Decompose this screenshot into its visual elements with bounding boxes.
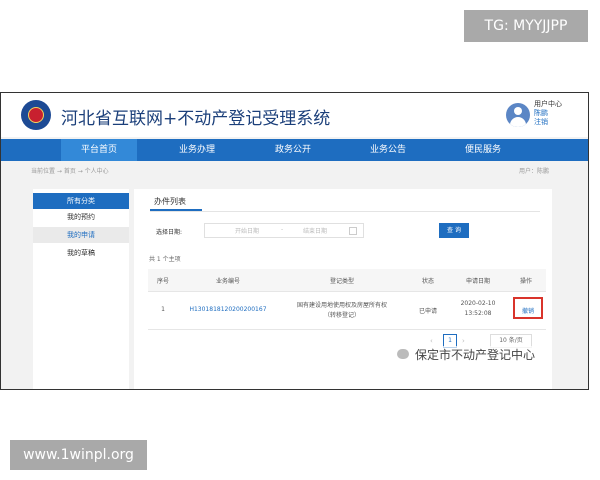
revoke-button[interactable]: 撤销: [515, 306, 541, 315]
user-avatar-icon[interactable]: [506, 103, 530, 127]
row-date: 2020-02-10: [460, 300, 496, 307]
row-time: 13:52:08: [464, 310, 492, 317]
nav-item-gov-affairs[interactable]: 政务公开: [255, 139, 331, 161]
row-index: 1: [161, 306, 165, 313]
nav-item-home[interactable]: 平台首页: [61, 139, 137, 161]
revoke-highlight: 撤销: [513, 297, 543, 319]
col-status: 状态: [421, 278, 434, 285]
user-name-link[interactable]: 陈鹏: [534, 109, 562, 118]
sidebar-item-reservations[interactable]: 我的预约: [33, 209, 129, 225]
logout-link[interactable]: 注销: [534, 118, 562, 127]
date-separator: -: [281, 226, 284, 233]
row-business-no-link[interactable]: H1301818120200200167: [178, 306, 278, 313]
col-business-no: 业务编号: [215, 278, 240, 285]
row-type-line1: 国有建设用地使用权及房屋所有权: [296, 302, 387, 309]
sidebar: 所有分类 我的预约 我的申请 我的草稿: [33, 189, 129, 389]
date-filter-label: 选择日期:: [156, 229, 183, 236]
nav-item-services[interactable]: 便民服务: [445, 139, 521, 161]
wechat-icon: [397, 349, 409, 359]
site-badge: www.1winpl.org: [10, 440, 147, 470]
system-title: 河北省互联网+不动产登记受理系统: [61, 109, 331, 129]
tg-badge: TG: MYYJJPP: [464, 10, 588, 42]
watermark-text: 保定市不动产登记中心: [413, 346, 538, 363]
date-start-placeholder: 开始日期: [235, 228, 260, 235]
header: 河北省互联网+不动产登记受理系统 用户中心 陈鹏 注销: [1, 93, 588, 137]
breadcrumb: 当前位置 → 首页 → 个人中心: [31, 168, 109, 175]
sidebar-item-applications[interactable]: 我的申请: [33, 227, 129, 243]
user-links: 用户中心 陈鹏 注销: [534, 100, 562, 127]
col-action: 操作: [519, 278, 532, 285]
pager-prev-icon[interactable]: ‹: [430, 337, 433, 345]
nav-item-announcements[interactable]: 业务公告: [350, 139, 426, 161]
divider: [150, 211, 540, 212]
pager-next-icon[interactable]: ›: [462, 337, 465, 345]
main-nav: 平台首页 业务办理 政务公开 业务公告 便民服务: [1, 139, 588, 161]
table-row: 1 H1301818120200200167 国有建设用地使用权及房屋所有权 （…: [148, 291, 546, 330]
sidebar-item-all[interactable]: 所有分类: [33, 193, 129, 209]
col-index: 序号: [156, 278, 169, 285]
breadcrumb-row: 当前位置 → 首页 → 个人中心 用户：陈鹏: [1, 161, 588, 179]
emblem-icon: [21, 100, 51, 130]
col-date: 申请日期: [465, 278, 490, 285]
app-window: 河北省互联网+不动产登记受理系统 用户中心 陈鹏 注销 平台首页 业务办理 政务…: [0, 92, 589, 390]
row-status: 已申请: [418, 308, 437, 315]
date-end-placeholder: 结束日期: [303, 228, 328, 235]
row-type-line2: （转移登记）: [323, 312, 360, 319]
table-header: 序号 业务编号 登记类型 状态 申请日期 操作: [148, 269, 546, 292]
user-center-link[interactable]: 用户中心: [534, 100, 562, 109]
date-range-picker[interactable]: 开始日期 - 结束日期: [204, 223, 364, 238]
calendar-icon[interactable]: [349, 227, 357, 235]
search-button[interactable]: 查 询: [439, 223, 469, 238]
sidebar-item-drafts[interactable]: 我的草稿: [33, 245, 129, 261]
tab-case-list[interactable]: 办件列表: [154, 196, 186, 207]
result-count: 共 1 个主项: [149, 256, 181, 263]
col-type: 登记类型: [329, 278, 354, 285]
nav-item-business[interactable]: 业务办理: [159, 139, 235, 161]
breadcrumb-user: 用户：陈鹏: [519, 168, 550, 175]
